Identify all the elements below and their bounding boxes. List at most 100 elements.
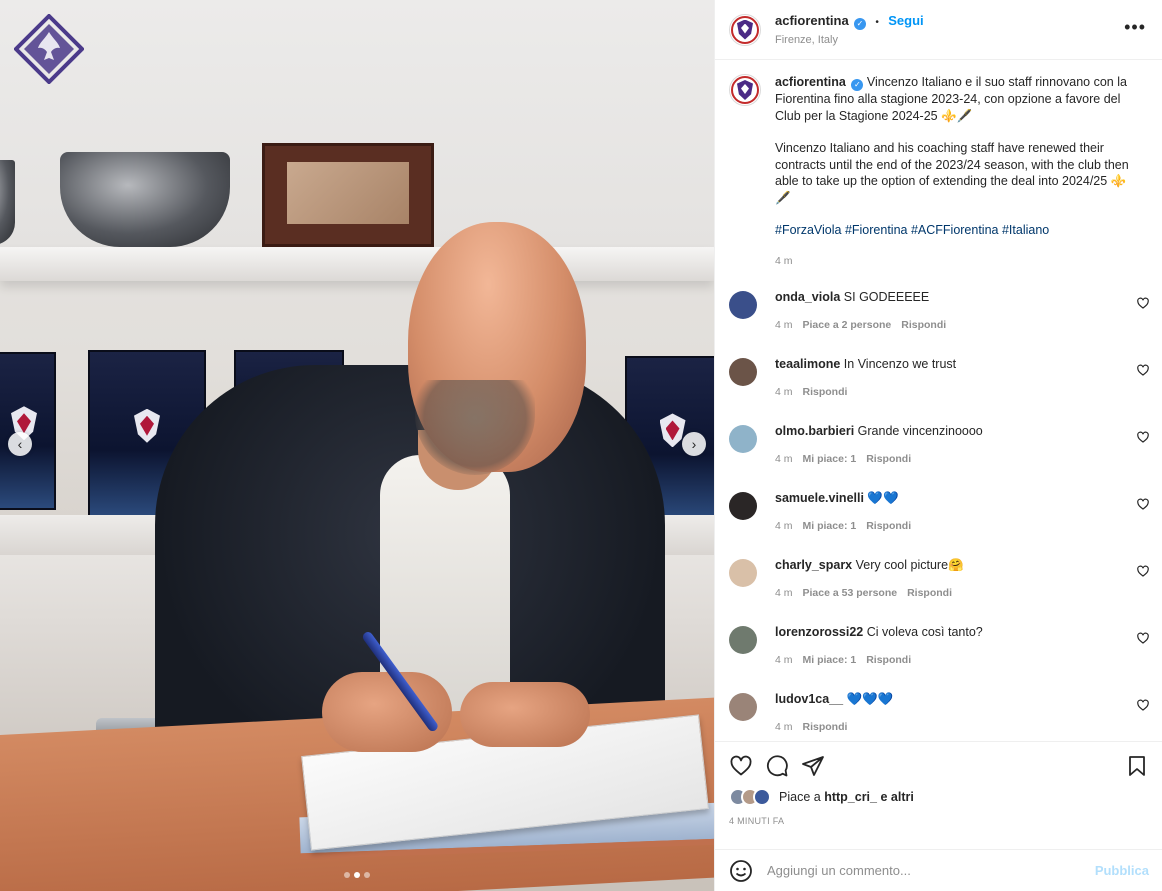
comment-text: Grande vincenzinoooo	[857, 424, 983, 438]
comment-likes[interactable]: Mi piace: 1	[803, 520, 857, 532]
comment-time: 4 m	[775, 319, 793, 331]
caption-time: 4 m	[775, 254, 793, 267]
comment-username[interactable]: olmo.barbieri	[775, 424, 854, 438]
caption-username[interactable]: acfiorentina	[775, 75, 846, 89]
comment-like-heart-icon[interactable]	[1137, 297, 1149, 309]
comment-avatar[interactable]	[729, 291, 757, 319]
comment-text: SI GODEEEEE	[843, 290, 930, 304]
verified-badge-icon: ✓	[851, 79, 864, 91]
comment-icon[interactable]	[765, 754, 789, 778]
comment-username[interactable]: onda_viola	[775, 290, 840, 304]
comment-time: 4 m	[775, 453, 793, 465]
comment-time: 4 m	[775, 654, 793, 666]
caption-hashtags[interactable]: #ForzaViola #Fiorentina #ACFFiorentina #…	[775, 222, 1133, 239]
comment-avatar[interactable]	[729, 626, 757, 654]
liked-by: Piace a http_cri_ e altri	[729, 788, 1149, 806]
fiorentina-logo-icon	[14, 14, 84, 84]
comment-likes[interactable]: Piace a 2 persone	[803, 319, 892, 331]
comment-like-heart-icon[interactable]	[1137, 699, 1149, 711]
liker-avatars[interactable]	[729, 788, 771, 806]
carousel-prev-button[interactable]: ‹	[8, 432, 32, 456]
posted-time: 4 MINUTI FA	[729, 816, 785, 826]
comment-item: ludov1ca__ 💙💙💙 4 m Rispondi	[715, 691, 1162, 740]
comment-avatar[interactable]	[729, 559, 757, 587]
comment-like-heart-icon[interactable]	[1137, 364, 1149, 376]
comment-item: samuele.vinelli 💙💙 4 m Mi piace: 1 Rispo…	[715, 490, 1162, 557]
post-media[interactable]: ‹ ›	[0, 0, 714, 891]
follow-button[interactable]: Segui	[888, 13, 923, 28]
carousel-indicator	[344, 872, 370, 878]
liked-by-others[interactable]: e altri	[880, 790, 913, 804]
comment-username[interactable]: lorenzorossi22	[775, 625, 863, 639]
comment-reply-button[interactable]: Rispondi	[803, 386, 848, 398]
comment-likes[interactable]: Mi piace: 1	[803, 453, 857, 465]
comment-username[interactable]: charly_sparx	[775, 558, 852, 572]
comment-text: 💙💙	[867, 491, 899, 505]
plaque	[262, 143, 434, 247]
comment-reply-button[interactable]: Rispondi	[866, 453, 911, 465]
comment-list: onda_viola SI GODEEEEE 4 m Piace a 2 per…	[715, 289, 1162, 740]
comment-avatar[interactable]	[729, 492, 757, 520]
liked-by-user[interactable]: http_cri_	[824, 790, 877, 804]
comment-item: olmo.barbieri Grande vincenzinoooo 4 m M…	[715, 423, 1162, 490]
comment-text: 💙💙💙	[846, 692, 894, 706]
carousel-dot	[354, 872, 360, 878]
comment-avatar[interactable]	[729, 693, 757, 721]
comment-like-heart-icon[interactable]	[1137, 632, 1149, 644]
comment-likes[interactable]: Mi piace: 1	[803, 654, 857, 666]
emoji-picker-icon[interactable]	[729, 859, 753, 883]
person-hand-right	[322, 672, 452, 752]
comment-username[interactable]: teaalimone	[775, 357, 840, 371]
comment-text: Ci voleva così tanto?	[866, 625, 983, 639]
comment-item: teaalimone In Vincenzo we trust 4 m Risp…	[715, 356, 1162, 423]
post-header: acfiorentina ✓ • Segui Firenze, Italy ••…	[715, 0, 1162, 60]
comment-reply-button[interactable]: Rispondi	[803, 721, 848, 733]
trophy-bowl-left	[0, 160, 15, 245]
trophy-bowl	[60, 152, 230, 247]
carousel-next-button[interactable]: ›	[682, 432, 706, 456]
shelf	[0, 247, 714, 281]
poster-left	[0, 352, 56, 510]
comment-like-heart-icon[interactable]	[1137, 565, 1149, 577]
comment-username[interactable]: ludov1ca__	[775, 692, 843, 706]
comment-time: 4 m	[775, 520, 793, 532]
comment-time: 4 m	[775, 587, 793, 599]
post-caption: acfiorentina ✓ Vincenzo Italiano e il su…	[715, 60, 1162, 269]
comment-reply-button[interactable]: Rispondi	[866, 520, 911, 532]
post-location[interactable]: Firenze, Italy	[775, 34, 924, 46]
caption-author-avatar[interactable]	[729, 74, 761, 106]
comment-item: onda_viola SI GODEEEEE 4 m Piace a 2 per…	[715, 289, 1162, 356]
liker-avatar[interactable]	[753, 788, 771, 806]
more-options-icon[interactable]: •••	[1124, 18, 1146, 36]
post-panel: acfiorentina ✓ • Segui Firenze, Italy ••…	[714, 0, 1162, 891]
comment-item: charly_sparx Very cool picture🤗 4 m Piac…	[715, 557, 1162, 624]
caption-text-en: Vincenzo Italiano and his coaching staff…	[775, 141, 1129, 205]
comment-text: Very cool picture🤗	[855, 558, 964, 572]
comment-avatar[interactable]	[729, 358, 757, 386]
comment-time: 4 m	[775, 721, 793, 733]
comment-item: lorenzorossi22 Ci voleva così tanto? 4 m…	[715, 624, 1162, 691]
comment-avatar[interactable]	[729, 425, 757, 453]
save-bookmark-icon[interactable]	[1125, 754, 1149, 778]
comment-reply-button[interactable]: Rispondi	[907, 587, 952, 599]
verified-badge-icon: ✓	[854, 18, 867, 30]
comment-reply-button[interactable]: Rispondi	[866, 654, 911, 666]
comment-reply-button[interactable]: Rispondi	[901, 319, 946, 331]
carousel-dot	[344, 872, 350, 878]
comments-scroll-area[interactable]: acfiorentina ✓ Vincenzo Italiano e il su…	[715, 60, 1162, 740]
comment-time: 4 m	[775, 386, 793, 398]
comment-like-heart-icon[interactable]	[1137, 498, 1149, 510]
like-heart-icon[interactable]	[729, 754, 753, 778]
comment-input[interactable]	[767, 863, 1095, 878]
author-username[interactable]: acfiorentina	[775, 13, 849, 28]
share-icon[interactable]	[801, 754, 825, 778]
publish-button[interactable]: Pubblica	[1095, 863, 1149, 878]
person-hand-left	[460, 682, 590, 747]
comment-like-heart-icon[interactable]	[1137, 431, 1149, 443]
liked-by-prefix: Piace a	[779, 790, 821, 804]
comment-box: Pubblica	[715, 849, 1162, 891]
comment-username[interactable]: samuele.vinelli	[775, 491, 864, 505]
comment-likes[interactable]: Piace a 53 persone	[803, 587, 898, 599]
author-avatar[interactable]	[729, 13, 761, 46]
comment-text: In Vincenzo we trust	[843, 357, 957, 371]
